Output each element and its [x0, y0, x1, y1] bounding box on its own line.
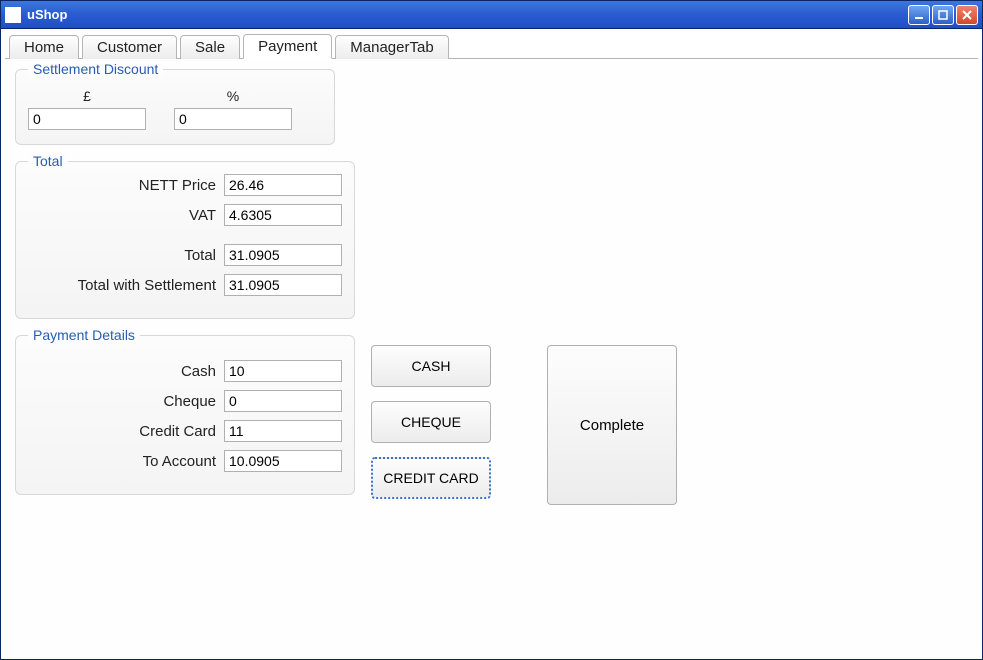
payment-button-column: CASH CHEQUE CREDIT CARD	[371, 335, 491, 499]
complete-button[interactable]: Complete	[547, 345, 677, 505]
label-nett: NETT Price	[139, 177, 216, 194]
cheque-button[interactable]: CHEQUE	[371, 401, 491, 443]
tab-managertab[interactable]: ManagerTab	[335, 35, 448, 59]
label-total: Total	[184, 247, 216, 264]
tab-payment[interactable]: Payment	[243, 34, 332, 59]
input-total[interactable]	[224, 244, 342, 266]
payment-area: Payment Details Cash Cheque Credit Card	[15, 335, 968, 505]
tab-content-payment: Settlement Discount £ % Total NETT Pric	[5, 59, 978, 655]
input-total-settlement[interactable]	[224, 274, 342, 296]
input-to-account[interactable]	[224, 450, 342, 472]
legend-payment-details: Payment Details	[28, 327, 140, 343]
label-to-account: To Account	[143, 453, 216, 470]
maximize-icon	[938, 10, 948, 20]
minimize-icon	[914, 10, 924, 20]
label-percent: %	[227, 88, 239, 104]
label-cheque: Cheque	[163, 393, 216, 410]
credit-card-button[interactable]: CREDIT CARD	[371, 457, 491, 499]
legend-total: Total	[28, 153, 68, 169]
maximize-button[interactable]	[932, 5, 954, 25]
input-settlement-pound[interactable]	[28, 108, 146, 130]
window-title: uShop	[27, 7, 908, 22]
label-cash: Cash	[181, 363, 216, 380]
input-settlement-percent[interactable]	[174, 108, 292, 130]
tab-customer[interactable]: Customer	[82, 35, 177, 59]
app-icon	[5, 7, 21, 23]
group-total: Total NETT Price VAT Total Total with Se…	[15, 161, 355, 319]
label-credit-card: Credit Card	[139, 423, 216, 440]
tab-home[interactable]: Home	[9, 35, 79, 59]
tabstrip: Home Customer Sale Payment ManagerTab	[5, 33, 978, 59]
group-payment-details: Payment Details Cash Cheque Credit Card	[15, 335, 355, 495]
group-settlement-discount: Settlement Discount £ %	[15, 69, 335, 145]
app-window: uShop Home Customer Sale Payment Manager…	[0, 0, 983, 660]
legend-settlement: Settlement Discount	[28, 61, 163, 77]
close-icon	[962, 10, 972, 20]
input-nett-price[interactable]	[224, 174, 342, 196]
label-vat: VAT	[189, 207, 216, 224]
close-button[interactable]	[956, 5, 978, 25]
input-cash[interactable]	[224, 360, 342, 382]
cash-button[interactable]: CASH	[371, 345, 491, 387]
label-total-settlement: Total with Settlement	[78, 277, 216, 294]
titlebar[interactable]: uShop	[1, 1, 982, 29]
minimize-button[interactable]	[908, 5, 930, 25]
input-cheque[interactable]	[224, 390, 342, 412]
input-vat[interactable]	[224, 204, 342, 226]
window-controls	[908, 5, 978, 25]
input-credit-card[interactable]	[224, 420, 342, 442]
client-area: Home Customer Sale Payment ManagerTab Se…	[1, 29, 982, 659]
tab-sale[interactable]: Sale	[180, 35, 240, 59]
label-pound: £	[83, 88, 91, 104]
